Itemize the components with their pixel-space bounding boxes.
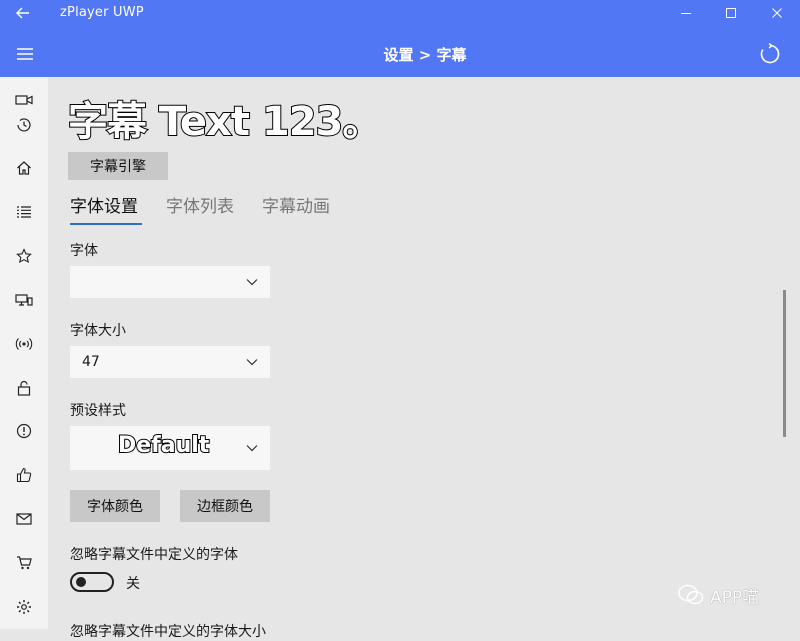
lock-icon [17,380,31,396]
ignore-font-toggle[interactable] [70,572,114,592]
sidebar [0,77,48,629]
devices-icon [15,294,33,306]
tab-subtitle-animation[interactable]: 字幕动画 [262,192,330,217]
mail-icon [16,513,32,525]
font-size-dropdown[interactable]: 47 [70,346,270,378]
sidebar-item-list[interactable] [12,201,36,223]
sidebar-item-history[interactable] [12,114,36,136]
sidebar-item-store[interactable] [12,552,36,574]
active-tab-indicator [70,223,142,225]
top-bar: zPlayer UWP 设置 > 字幕 [0,0,800,77]
settings-content: 字幕 Text 123。 字幕引擎 字体设置 字体列表 字幕动画 字体 字体大小… [48,77,800,640]
sidebar-item-settings[interactable] [12,596,36,618]
preset-style-label: 预设样式 [70,403,126,419]
maximize-icon [726,8,736,18]
refresh-icon [760,43,780,64]
list-icon [17,206,31,218]
sidebar-item-info[interactable] [12,420,36,442]
info-icon [16,423,32,439]
chevron-down-icon [246,426,260,470]
star-icon [16,248,32,264]
tab-font-settings[interactable]: 字体设置 [70,192,138,217]
toggle-knob [76,577,86,587]
scrollbar-thumb[interactable] [783,290,786,437]
preset-style-value: Default [117,432,210,459]
subtitle-preview: 字幕 Text 123。 [67,98,383,146]
app-title: zPlayer UWP [60,5,144,20]
settings-icon [17,600,31,614]
sidebar-item-favorites[interactable] [12,245,36,267]
preset-style-dropdown[interactable]: Default [70,426,270,470]
font-label: 字体 [70,243,98,259]
chevron-down-icon [246,346,260,378]
chevron-down-icon [246,266,260,298]
ignore-font-size-label: 忽略字幕文件中定义的字体大小 [70,624,266,640]
font-color-button[interactable]: 字体颜色 [70,490,160,522]
minimize-icon [681,13,691,14]
sidebar-item-mail[interactable] [12,508,36,530]
border-color-button[interactable]: 边框颜色 [180,490,270,522]
font-dropdown[interactable] [70,266,270,298]
close-button[interactable] [762,4,792,22]
chat-bubble-icon [678,584,704,605]
cart-icon [17,556,32,570]
home-icon [17,161,31,175]
subtitle-engine-button[interactable]: 字幕引擎 [68,152,168,180]
back-arrow-icon [16,7,29,19]
ignore-font-label: 忽略字幕文件中定义的字体 [70,547,238,563]
watermark-text: APP喵 [710,587,760,608]
font-size-label: 字体大小 [70,323,126,339]
sidebar-item-video[interactable] [12,89,36,111]
ignore-font-state: 关 [126,576,140,592]
minimize-button[interactable] [671,4,701,22]
refresh-button[interactable] [756,40,784,68]
maximize-button[interactable] [716,4,746,22]
history-icon [17,118,31,132]
back-button[interactable] [10,4,36,22]
tab-font-list[interactable]: 字体列表 [166,192,234,217]
sidebar-item-like[interactable] [12,464,36,486]
breadcrumb: 设置 > 字幕 [383,46,467,64]
thumbs-up-icon [16,467,32,483]
watermark: APP喵 [678,582,759,608]
sidebar-item-home[interactable] [12,157,36,179]
sidebar-item-broadcast[interactable] [12,333,36,355]
sidebar-item-lock[interactable] [12,377,36,399]
sidebar-item-devices[interactable] [12,289,36,311]
broadcast-icon [15,338,33,350]
font-size-value: 47 [82,354,100,370]
close-icon [772,8,782,18]
title-bar: zPlayer UWP [0,0,800,26]
camera-icon [15,95,33,105]
